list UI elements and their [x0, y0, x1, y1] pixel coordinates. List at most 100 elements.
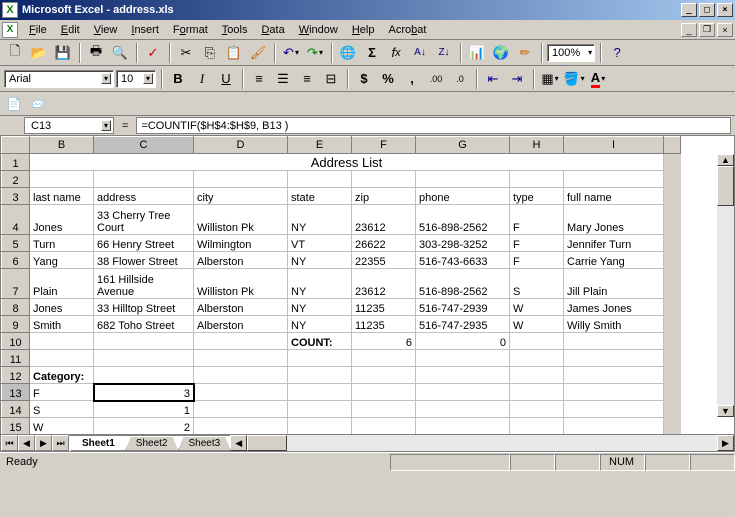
cell-D9[interactable]: Alberston: [194, 316, 288, 333]
cell-G5[interactable]: 303-298-3252: [416, 235, 510, 252]
col-header-D[interactable]: D: [194, 137, 288, 154]
acrobat-send-pdf-icon[interactable]: 📨: [27, 94, 47, 114]
bold-icon[interactable]: B: [167, 68, 189, 90]
row-header-15[interactable]: 15: [2, 418, 30, 435]
row-header-4[interactable]: 4: [2, 205, 30, 235]
cell-F10[interactable]: 6: [352, 333, 416, 350]
fill-color-icon[interactable]: 🪣▾: [563, 68, 585, 90]
cell-F4[interactable]: 23612: [352, 205, 416, 235]
cell-D15[interactable]: [194, 418, 288, 435]
minimize-button[interactable]: _: [681, 3, 697, 17]
cell-D3[interactable]: city: [194, 188, 288, 205]
vertical-scroll-thumb[interactable]: [717, 166, 734, 206]
row-header-14[interactable]: 14: [2, 401, 30, 418]
cell-D4[interactable]: Williston Pk: [194, 205, 288, 235]
cell-C3[interactable]: address: [94, 188, 194, 205]
vertical-scrollbar[interactable]: ▲ ▼: [717, 154, 734, 417]
sheet-tab-sheet1[interactable]: Sheet1: [71, 437, 126, 451]
comma-icon[interactable]: ,: [401, 68, 423, 90]
menu-data[interactable]: Data: [254, 22, 291, 38]
cell-G12[interactable]: [416, 367, 510, 384]
cell-C15[interactable]: 2: [94, 418, 194, 435]
cell-E14[interactable]: [288, 401, 352, 418]
acrobat-create-pdf-icon[interactable]: 📄: [4, 94, 24, 114]
zoom-combo[interactable]: 100%: [547, 44, 595, 62]
cell-F11[interactable]: [352, 350, 416, 367]
help-icon[interactable]: ?: [606, 42, 628, 64]
cell-G3[interactable]: phone: [416, 188, 510, 205]
function-icon[interactable]: fx: [385, 42, 407, 64]
cell-G7[interactable]: 516-898-2562: [416, 269, 510, 299]
menu-acrobat[interactable]: Acrobat: [381, 22, 433, 38]
horizontal-scroll-thumb[interactable]: [247, 435, 287, 451]
row-header-2[interactable]: 2: [2, 171, 30, 188]
align-center-icon[interactable]: ☰: [272, 68, 294, 90]
merge-center-icon[interactable]: ⊟: [320, 68, 342, 90]
cell-G13[interactable]: [416, 384, 510, 401]
underline-icon[interactable]: U: [215, 68, 237, 90]
cell-H13[interactable]: [510, 384, 564, 401]
cell-E11[interactable]: [288, 350, 352, 367]
row-header-8[interactable]: 8: [2, 299, 30, 316]
cell-F3[interactable]: zip: [352, 188, 416, 205]
child-minimize-button[interactable]: _: [681, 23, 697, 37]
cell-C6[interactable]: 38 Flower Street: [94, 252, 194, 269]
cell-D7[interactable]: Williston Pk: [194, 269, 288, 299]
cell-H4[interactable]: F: [510, 205, 564, 235]
cell-D11[interactable]: [194, 350, 288, 367]
cell-F15[interactable]: [352, 418, 416, 435]
cell-H10[interactable]: [510, 333, 564, 350]
name-box[interactable]: C13: [24, 117, 114, 134]
close-button[interactable]: ×: [717, 3, 733, 17]
scroll-right-button[interactable]: ▶: [717, 435, 734, 451]
cell-H7[interactable]: S: [510, 269, 564, 299]
increase-decimal-icon[interactable]: .00: [425, 68, 447, 90]
cell-F6[interactable]: 22355: [352, 252, 416, 269]
cell-G4[interactable]: 516-898-2562: [416, 205, 510, 235]
cell-C10[interactable]: [94, 333, 194, 350]
new-icon[interactable]: 🗋: [4, 42, 26, 64]
cell-grid[interactable]: BCDEFGHI1Address List23last nameaddressc…: [1, 136, 681, 434]
maximize-button[interactable]: □: [699, 3, 715, 17]
cell-C8[interactable]: 33 Hilltop Street: [94, 299, 194, 316]
col-header-F[interactable]: F: [352, 137, 416, 154]
hyperlink-icon[interactable]: 🌐: [337, 42, 359, 64]
font-color-icon[interactable]: A▾: [587, 68, 609, 90]
row-header-5[interactable]: 5: [2, 235, 30, 252]
row-header-13[interactable]: 13: [2, 384, 30, 401]
cell-E4[interactable]: NY: [288, 205, 352, 235]
row-header-3[interactable]: 3: [2, 188, 30, 205]
tab-next-button[interactable]: ▶: [35, 435, 52, 451]
col-header-H[interactable]: H: [510, 137, 564, 154]
cell-C5[interactable]: 66 Henry Street: [94, 235, 194, 252]
cell-G10[interactable]: 0: [416, 333, 510, 350]
cell-B10[interactable]: [30, 333, 94, 350]
cell-B2[interactable]: [30, 171, 94, 188]
cell-I13[interactable]: [564, 384, 664, 401]
child-close-button[interactable]: ×: [717, 23, 733, 37]
cell-B13[interactable]: F: [30, 384, 94, 401]
cell-B4[interactable]: Jones: [30, 205, 94, 235]
scroll-left-button[interactable]: ◀: [230, 435, 247, 451]
cell-I7[interactable]: Jill Plain: [564, 269, 664, 299]
cell-I9[interactable]: Willy Smith: [564, 316, 664, 333]
cell-E6[interactable]: NY: [288, 252, 352, 269]
cell-F5[interactable]: 26622: [352, 235, 416, 252]
cell-I15[interactable]: [564, 418, 664, 435]
col-header-E[interactable]: E: [288, 137, 352, 154]
row-header-6[interactable]: 6: [2, 252, 30, 269]
row-header-7[interactable]: 7: [2, 269, 30, 299]
cell-H11[interactable]: [510, 350, 564, 367]
cell-I11[interactable]: [564, 350, 664, 367]
scroll-down-button[interactable]: ▼: [717, 405, 734, 417]
cell-F9[interactable]: 11235: [352, 316, 416, 333]
cell-E3[interactable]: state: [288, 188, 352, 205]
spelling-icon[interactable]: ✓: [142, 42, 164, 64]
cell-B3[interactable]: last name: [30, 188, 94, 205]
percent-icon[interactable]: %: [377, 68, 399, 90]
cell-D12[interactable]: [194, 367, 288, 384]
col-header-G[interactable]: G: [416, 137, 510, 154]
cell-F2[interactable]: [352, 171, 416, 188]
cell-I12[interactable]: [564, 367, 664, 384]
italic-icon[interactable]: I: [191, 68, 213, 90]
